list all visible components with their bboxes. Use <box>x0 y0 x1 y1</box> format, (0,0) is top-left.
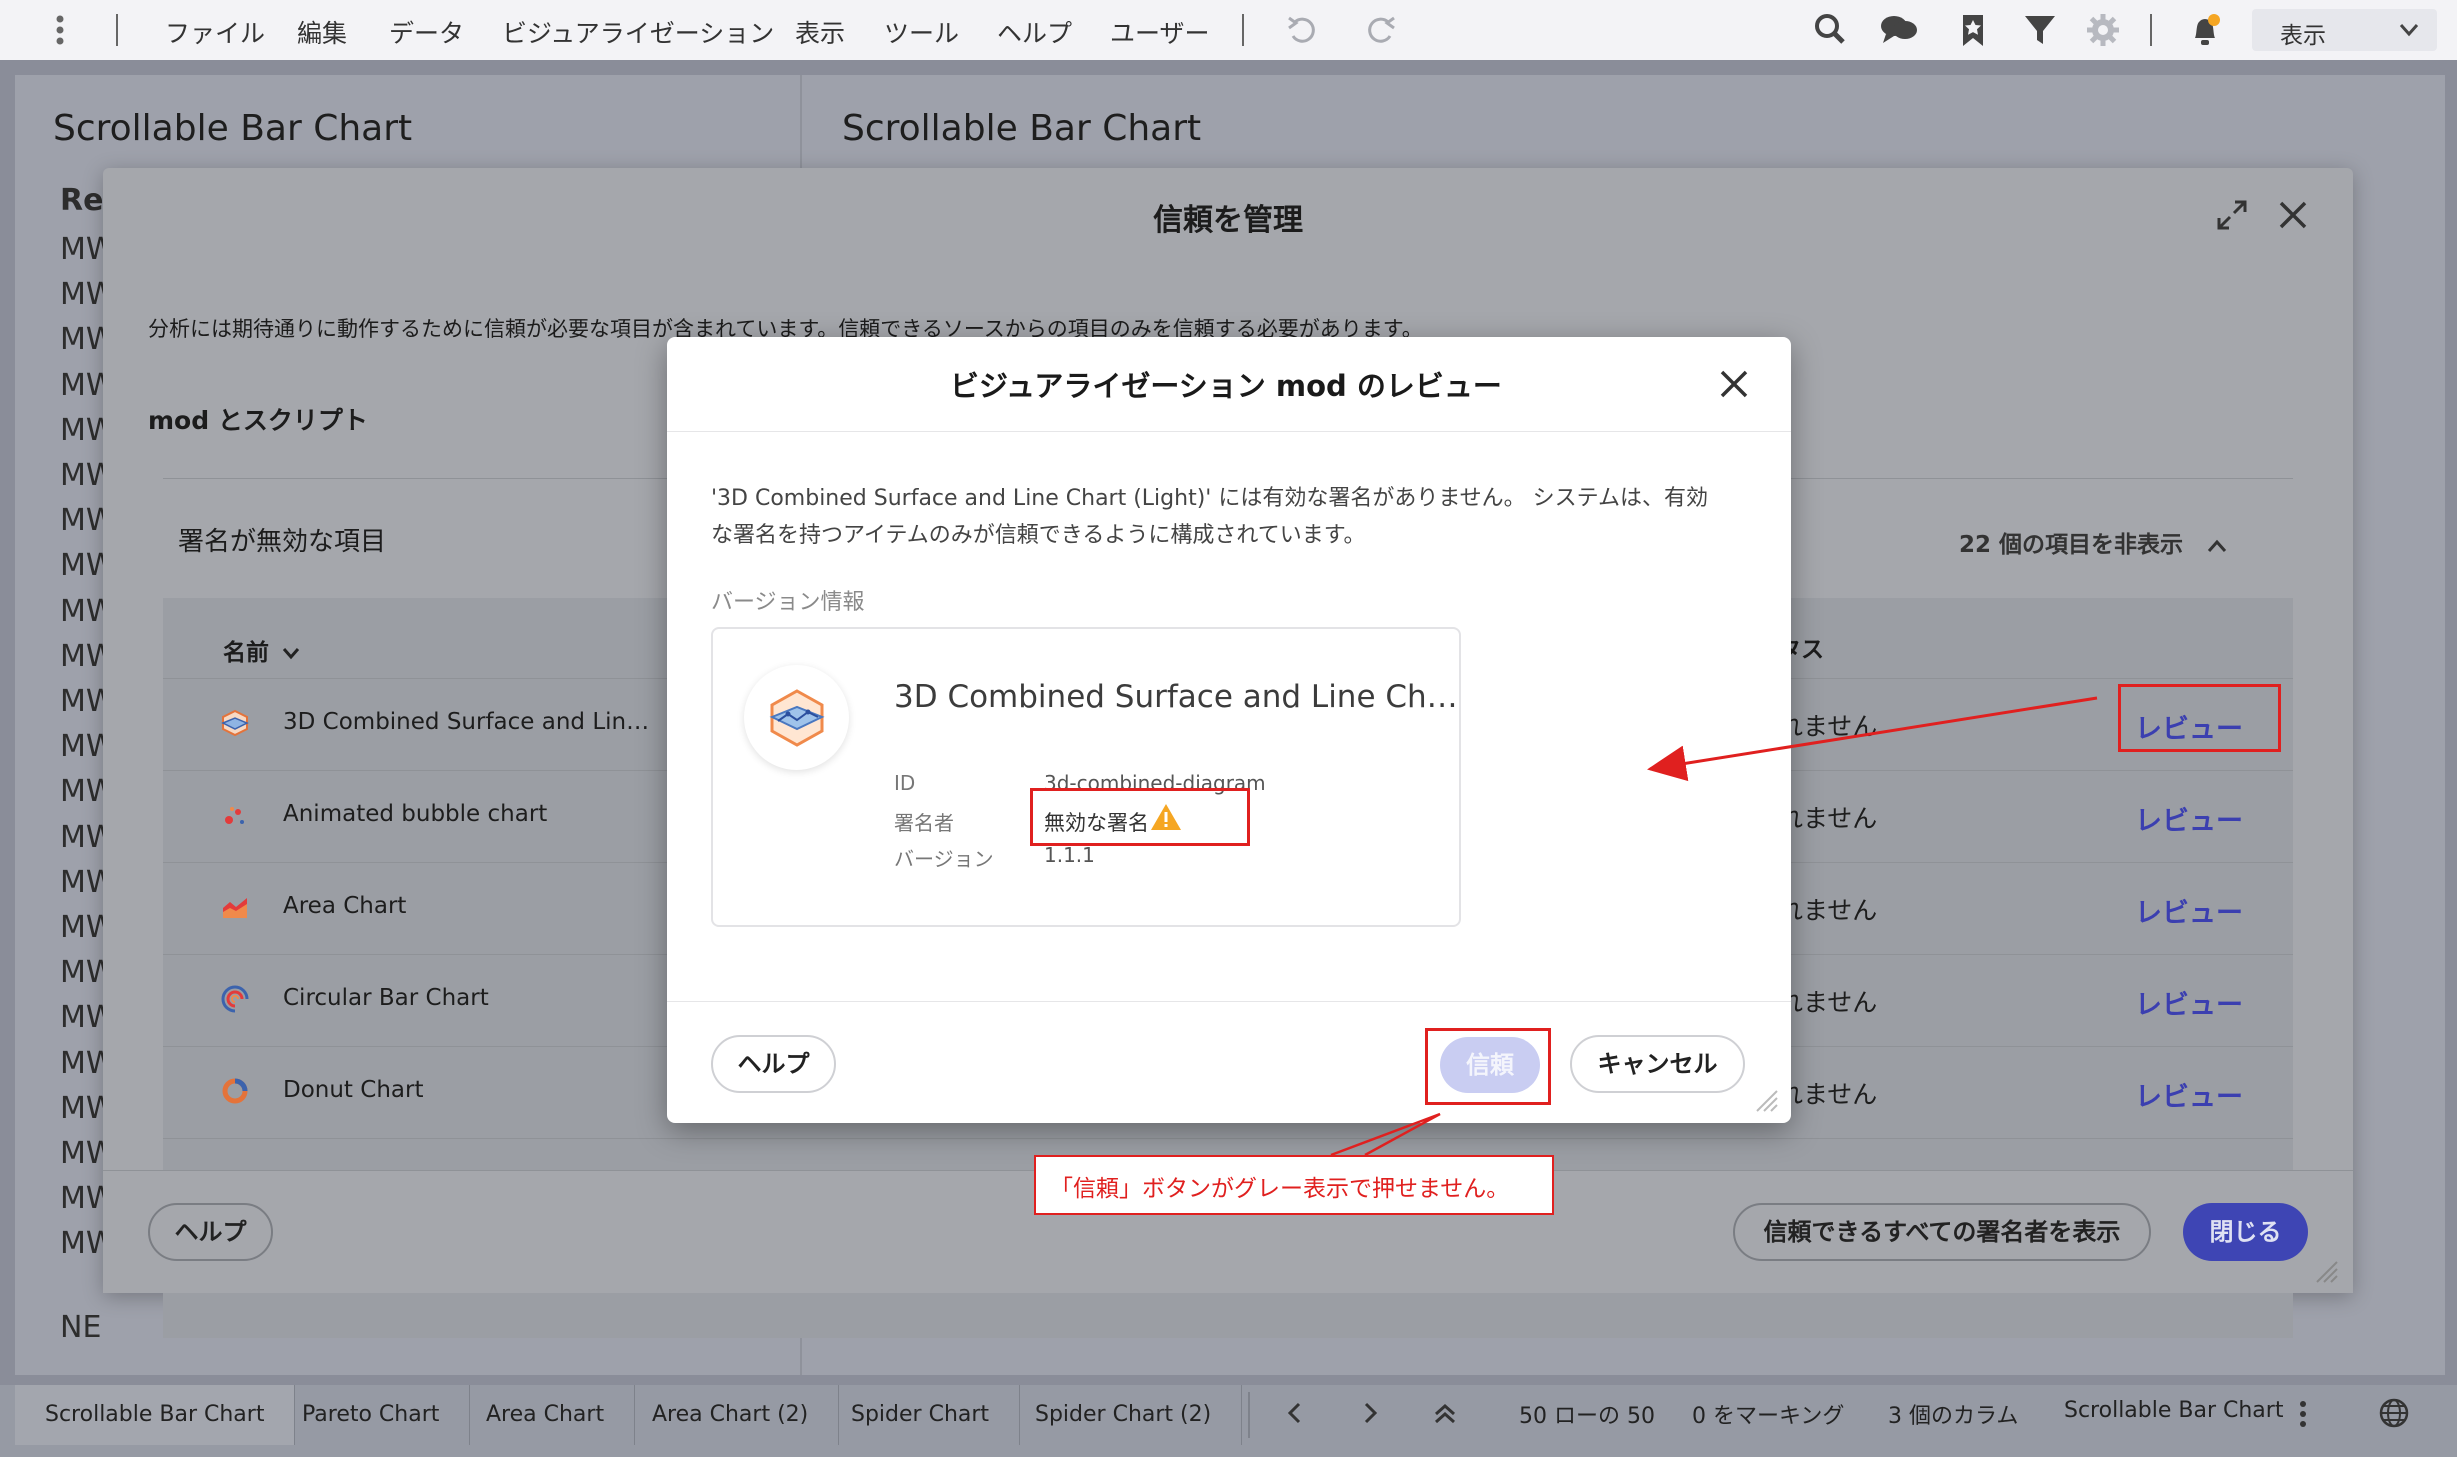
annotation-arrow <box>1647 696 2098 782</box>
annotation-callout: 「信頼」ボタンがグレー表示で押せません。 <box>1034 1155 1554 1215</box>
callout-pointer <box>1330 1112 1441 1157</box>
annotation-callout-text: 「信頼」ボタンがグレー表示で押せません。 <box>1050 1176 1510 1202</box>
annotation-arrows <box>1330 696 2098 1157</box>
